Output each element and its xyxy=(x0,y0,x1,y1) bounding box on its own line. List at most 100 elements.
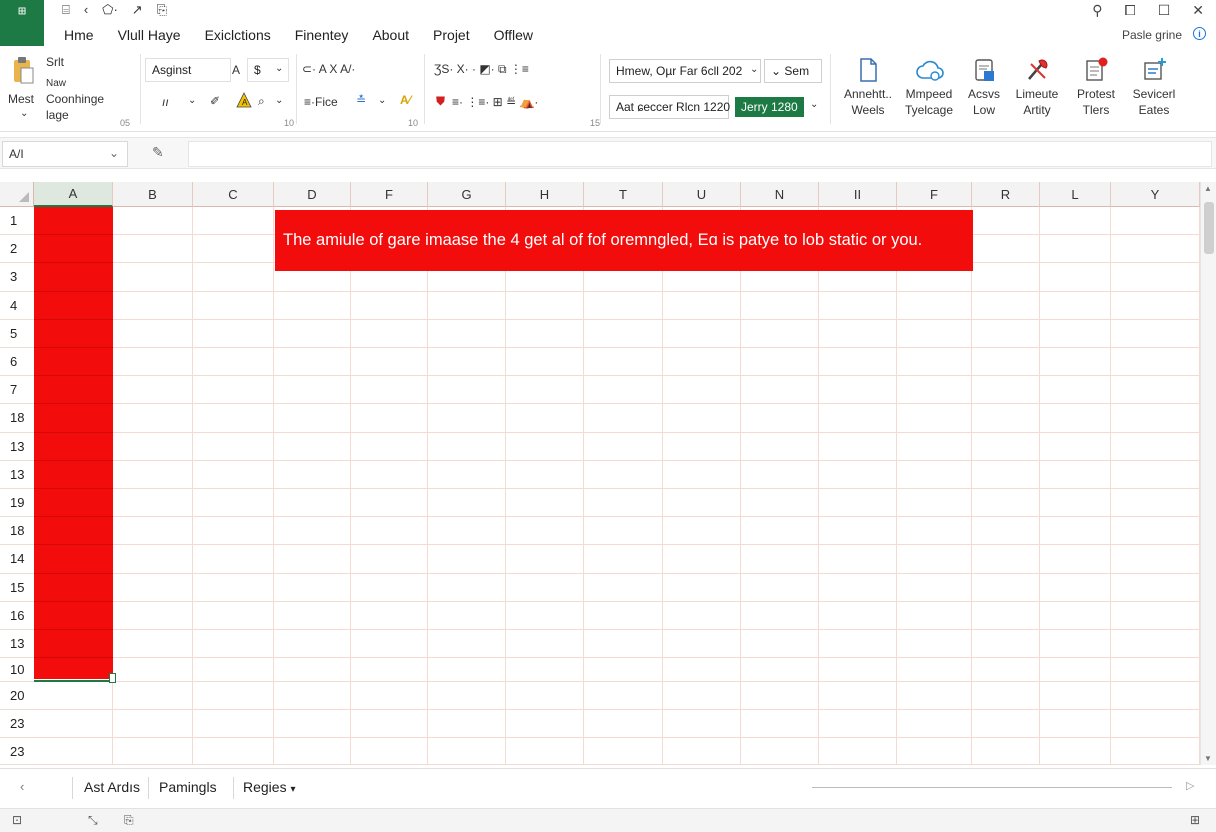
tab-exclusions[interactable]: Exiclctions xyxy=(205,27,271,43)
column-header[interactable]: F xyxy=(897,182,972,207)
app-logo-icon[interactable]: ⊞ xyxy=(0,0,44,46)
services-button[interactable]: Sevicerl Eates xyxy=(1122,56,1186,118)
row-header[interactable]: 4 xyxy=(0,291,34,320)
column-header[interactable]: A xyxy=(34,182,113,207)
font-color-icon[interactable]: A⁄ xyxy=(400,93,411,107)
row-header[interactable]: 7 xyxy=(0,376,34,405)
sheet-view-icon[interactable]: ⊡ xyxy=(12,813,22,827)
column-header[interactable]: C xyxy=(193,182,274,207)
column-header[interactable]: T xyxy=(584,182,663,207)
row-header[interactable]: 5 xyxy=(0,319,34,348)
chevron-down-icon[interactable]: ⌄ xyxy=(275,63,283,74)
row-header[interactable]: 19 xyxy=(0,489,34,518)
chevron-down-icon[interactable]: ⌄ xyxy=(188,95,196,106)
row-header[interactable]: 16 xyxy=(0,601,34,630)
chevron-down-icon[interactable]: ⌄ xyxy=(109,146,119,160)
sheet-tab-3[interactable]: Regies ▾ xyxy=(243,779,296,795)
formula-input[interactable] xyxy=(188,141,1212,167)
pen-icon[interactable]: ✐ xyxy=(210,94,220,108)
row-header[interactable]: 1 xyxy=(0,207,34,236)
brush-icon[interactable]: ⌕ xyxy=(258,94,265,109)
underline-icon[interactable]: ≛ xyxy=(356,93,366,107)
column-header[interactable]: II xyxy=(819,182,897,207)
chevron-down-icon[interactable]: ⌄ xyxy=(810,99,818,110)
chevron-down-icon[interactable]: ⌄ xyxy=(275,95,283,106)
pin-icon[interactable]: ⚲ xyxy=(1092,2,1102,19)
paste-icon[interactable] xyxy=(10,56,36,84)
format-painter-button[interactable]: Coonhinge xyxy=(46,92,104,106)
row-header[interactable]: 18 xyxy=(0,517,34,546)
scroll-down-icon[interactable]: ▼ xyxy=(1204,754,1212,763)
account-label[interactable]: Pasle grine xyxy=(1122,28,1182,42)
shape-icon[interactable]: ⬠· xyxy=(102,2,118,18)
redo-icon[interactable]: ↗ xyxy=(132,2,143,18)
font-name-select[interactable]: Asginst xyxy=(145,58,231,82)
spreadsheet-grid[interactable]: A B C D F G H T U N II F R L Y 1 2 3 4 5 6 7 18 13 13 19 18 14 15 16 1… xyxy=(0,182,1200,765)
row-header[interactable]: 18 xyxy=(0,404,34,433)
column-header[interactable]: N xyxy=(741,182,819,207)
column-header[interactable]: L xyxy=(1040,182,1111,207)
annotate-button[interactable]: Annehtt.. Weels xyxy=(836,56,900,118)
chevron-down-icon[interactable]: ⌄ xyxy=(750,64,758,75)
column-header[interactable]: G xyxy=(428,182,506,207)
row-header[interactable]: 3 xyxy=(0,263,34,292)
address-field[interactable]: Aat ɕeccer Rlcn 1220 xyxy=(609,95,730,119)
column-header[interactable]: B xyxy=(113,182,193,207)
chevron-down-icon[interactable]: ▾ xyxy=(290,784,295,795)
number-toolbar[interactable]: ƷS· X· · ◩· ⧉ ⋮≡ xyxy=(434,62,529,77)
row-header[interactable]: 2 xyxy=(0,235,34,264)
scroll-up-icon[interactable]: ▲ xyxy=(1204,184,1212,193)
macro-icon[interactable]: ⎘ xyxy=(124,813,134,828)
fill-handle[interactable] xyxy=(109,673,116,683)
restore-icon[interactable]: ⧠ xyxy=(1125,2,1136,19)
column-header[interactable]: H xyxy=(506,182,584,207)
horizontal-scrollbar[interactable] xyxy=(812,787,1172,788)
edit-formula-icon[interactable]: ✎ xyxy=(152,144,164,161)
column-header[interactable]: F xyxy=(351,182,428,207)
tab-frequency[interactable]: Finentey xyxy=(295,27,349,43)
save-icon[interactable]: ⌸ xyxy=(62,2,70,18)
column-header[interactable]: U xyxy=(663,182,741,207)
row-header[interactable]: 14 xyxy=(0,545,34,574)
scroll-thumb[interactable] xyxy=(1204,202,1214,254)
tab-project[interactable]: Projet xyxy=(433,27,470,43)
tab-view[interactable]: Vlull Haye xyxy=(118,27,181,43)
row-header[interactable]: 23 xyxy=(0,710,34,738)
name-box[interactable]: A/I ⌄ xyxy=(2,141,128,167)
tab-about[interactable]: About xyxy=(372,27,409,43)
resize-icon[interactable]: ⤡ xyxy=(88,813,98,828)
user-badge[interactable]: Jerry 1280 xyxy=(735,97,804,117)
paste-label[interactable]: Mest xyxy=(8,92,34,106)
chevron-left-icon[interactable]: ‹ xyxy=(20,779,24,794)
row-header[interactable]: 15 xyxy=(0,573,34,602)
tab-offview[interactable]: Offlew xyxy=(494,27,533,43)
column-header[interactable]: Y xyxy=(1111,182,1200,207)
alignment-toolbar[interactable]: ⊂· A X A/· xyxy=(302,62,355,76)
fill-button[interactable]: ≡·Fice xyxy=(304,95,338,109)
sheet-tab-1[interactable]: Ast Ardıs xyxy=(84,779,140,795)
maximize-icon[interactable]: ☐ xyxy=(1158,2,1171,19)
chevron-down-icon[interactable]: ⌄ xyxy=(20,108,28,119)
warning-fill-icon[interactable]: A xyxy=(236,92,252,111)
merged-cell-banner[interactable]: The amiule of gare imaase the 4 get al o… xyxy=(275,210,973,271)
cut-button[interactable]: Srlt xyxy=(46,55,64,69)
row-header[interactable]: 6 xyxy=(0,348,34,377)
limit-button[interactable]: Limeute Artity xyxy=(1005,56,1069,118)
number-format-toolbar[interactable]: ≡· ⋮≡· ⊞ ≝ ⛺· xyxy=(452,95,538,109)
row-header[interactable]: 20 xyxy=(0,682,34,710)
row-header[interactable]: 10 xyxy=(0,658,34,682)
column-header[interactable]: R xyxy=(972,182,1040,207)
vertical-scrollbar[interactable]: ▲ ▼ xyxy=(1200,182,1216,765)
column-header[interactable]: D xyxy=(274,182,351,207)
chevron-down-icon[interactable]: ⌄ xyxy=(378,95,386,106)
close-icon[interactable]: ✕ xyxy=(1192,2,1204,19)
select-all-corner[interactable] xyxy=(0,182,34,207)
tab-home[interactable]: Hme xyxy=(64,27,94,43)
info-icon[interactable]: i xyxy=(1193,27,1206,40)
protect-button[interactable]: Protest Tlers xyxy=(1064,56,1128,118)
row-header[interactable]: 23 xyxy=(0,738,34,765)
print-icon[interactable]: ⎘ xyxy=(157,2,167,18)
selected-range[interactable] xyxy=(34,207,113,679)
fill-color-icon[interactable]: ⛊ xyxy=(436,94,445,109)
copy-button[interactable]: Naw xyxy=(46,78,66,89)
